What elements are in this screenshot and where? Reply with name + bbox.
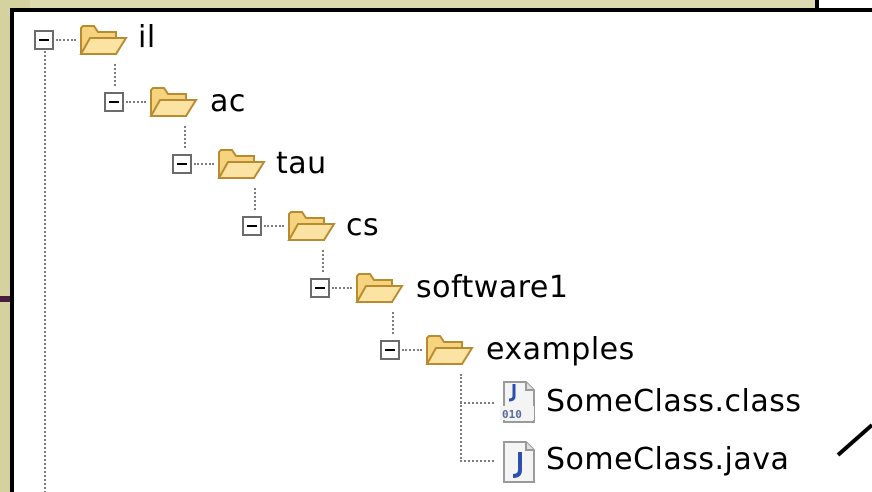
open-folder-icon <box>79 25 128 55</box>
java-file-icon <box>503 441 535 483</box>
tree-node-label: il <box>138 20 156 55</box>
tree-connector <box>264 225 284 227</box>
tree-node-label: examples <box>486 332 635 367</box>
open-folder-icon <box>355 273 404 303</box>
tree-connector <box>402 349 422 351</box>
svg-text:010: 010 <box>502 408 522 421</box>
tree-node-label: cs <box>346 208 380 243</box>
tree-connector <box>126 101 146 103</box>
collapse-minus-icon[interactable] <box>310 278 330 298</box>
open-folder-icon <box>287 211 336 241</box>
open-folder-icon <box>217 149 266 179</box>
tree-root-guide-line <box>44 48 46 492</box>
tree-connector <box>114 64 116 86</box>
tree-node-tau[interactable]: tau <box>172 146 372 188</box>
tree-connector <box>254 188 256 210</box>
collapse-minus-icon[interactable] <box>242 216 262 236</box>
collapse-minus-icon[interactable] <box>34 30 54 50</box>
package-explorer-tree: il ac tau cs software1 examples 010 Some… <box>10 8 872 492</box>
tree-connector <box>56 39 76 41</box>
tree-node-someclass-java[interactable]: SomeClass.java <box>498 440 872 484</box>
tree-node-label: SomeClass.java <box>546 442 790 477</box>
tree-node-label: SomeClass.class <box>546 384 802 419</box>
tree-node-ac[interactable]: ac <box>104 84 304 126</box>
tree-connector <box>194 163 214 165</box>
tree-connector <box>184 126 186 148</box>
tree-connector <box>460 402 494 404</box>
open-folder-icon <box>425 335 474 365</box>
tree-node-label: ac <box>210 84 246 119</box>
class-file-icon: 010 <box>500 381 535 423</box>
open-folder-icon <box>149 87 198 117</box>
tree-node-cs[interactable]: cs <box>242 208 442 250</box>
collapse-minus-icon[interactable] <box>172 154 192 174</box>
collapse-minus-icon[interactable] <box>104 92 124 112</box>
tree-node-software1[interactable]: software1 <box>310 270 610 312</box>
tree-connector <box>460 460 494 462</box>
slide-stage: pu } il ac <box>0 0 872 492</box>
tree-node-someclass-class[interactable]: 010 SomeClass.class <box>498 380 872 424</box>
tree-connector <box>322 250 324 272</box>
tree-connector <box>392 312 394 334</box>
tree-connector <box>460 374 462 462</box>
tree-node-label: software1 <box>416 270 569 305</box>
tree-node-il[interactable]: il <box>34 20 234 64</box>
tree-node-examples[interactable]: examples <box>380 332 680 374</box>
collapse-minus-icon[interactable] <box>380 340 400 360</box>
tree-node-label: tau <box>276 146 327 181</box>
tree-connector <box>332 287 352 289</box>
